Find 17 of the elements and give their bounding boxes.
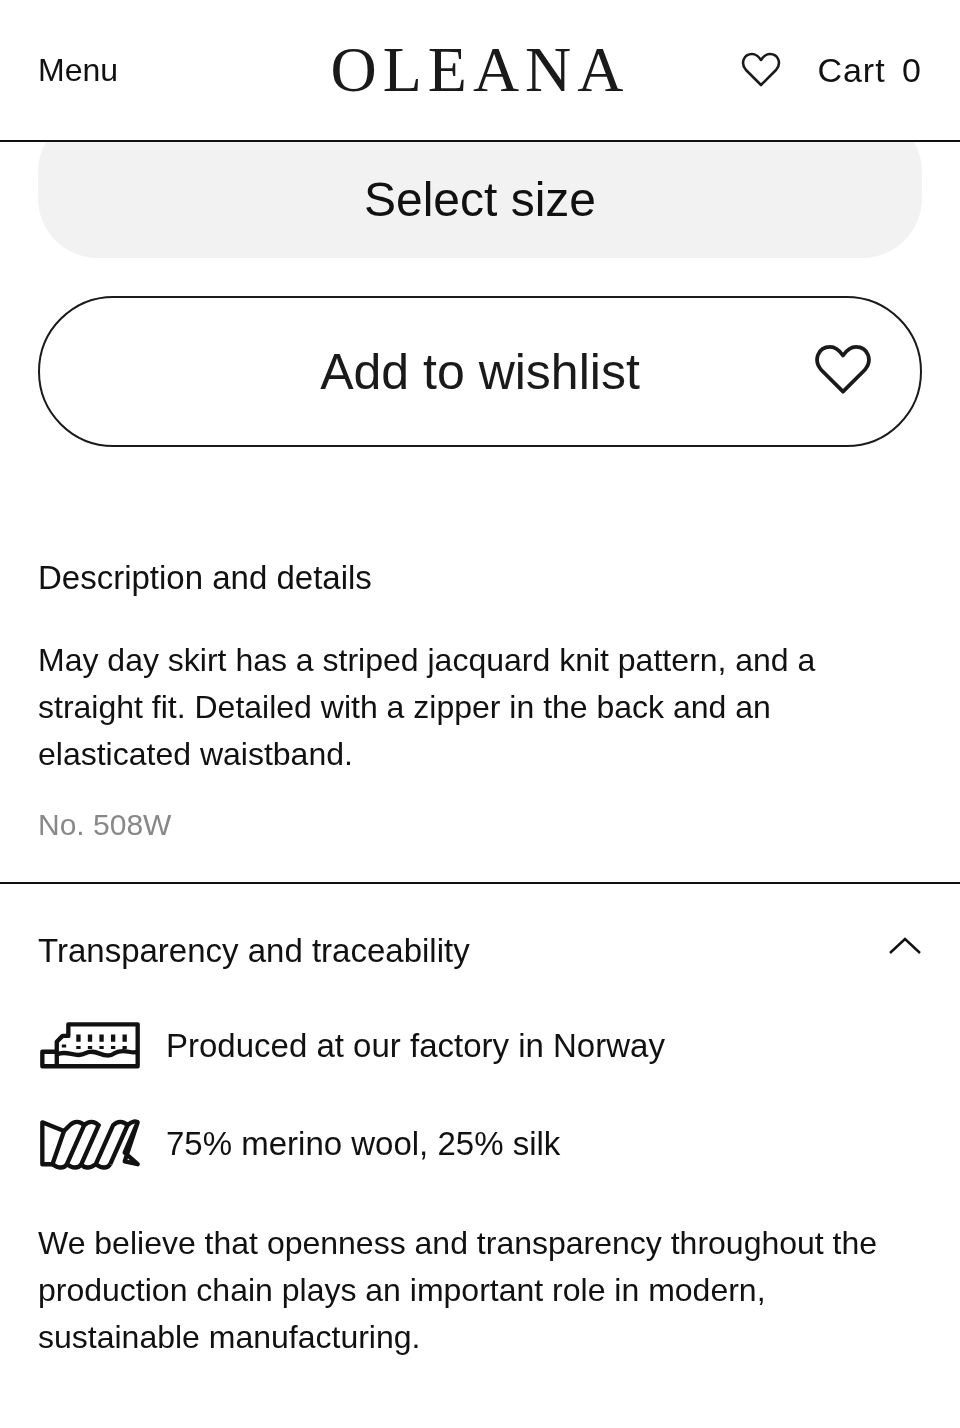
yarn-icon (38, 1118, 142, 1170)
accordion-header[interactable]: Transparency and traceability (38, 884, 922, 970)
section-heading: Transparency and traceability (38, 932, 470, 970)
wishlist-link[interactable] (741, 52, 782, 88)
description-text: May day skirt has a striped jacquard knit pattern, and a straight fit. Detailed with a zipper in the back and an elasticated waistband. (38, 641, 817, 774)
heart-icon (741, 52, 782, 88)
cart-link[interactable]: Cart 0 (817, 50, 922, 90)
menu-link[interactable]: Menu (38, 51, 238, 89)
product-number: No. 508W (38, 808, 173, 842)
feature-text: 75% merino wool, 25% silk (166, 1125, 561, 1163)
add-to-wishlist-button[interactable]: Add to wishlist (38, 296, 922, 447)
section-heading: Description and details (38, 559, 373, 597)
transparency-text: We believe that openness and transparency throughout the production chain plays an important role in modern, sustainable manufacturing. (38, 1224, 879, 1357)
select-size-button[interactable]: Select size (38, 142, 922, 258)
heart-icon (814, 344, 872, 396)
feature-text: Produced at our factory in Norway (166, 1027, 665, 1065)
brand-logo[interactable]: OLEANA (330, 33, 630, 107)
